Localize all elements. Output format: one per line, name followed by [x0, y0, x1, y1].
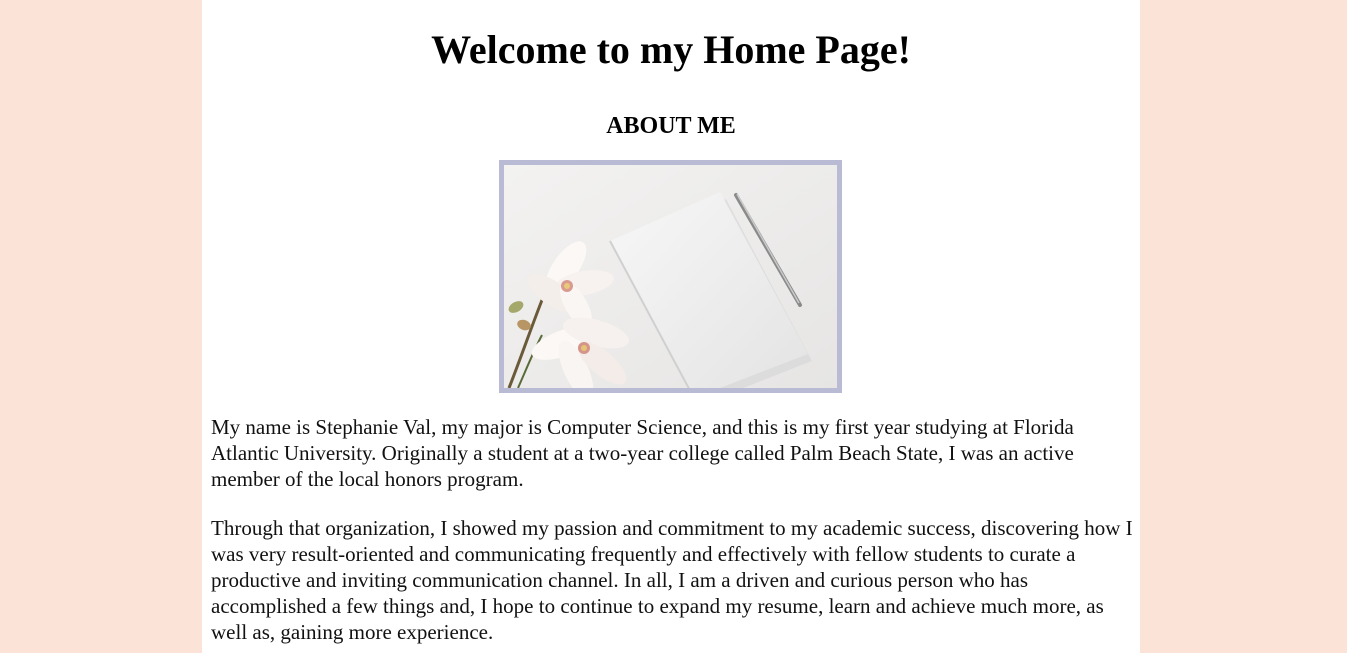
about-me-photo — [499, 160, 842, 393]
about-me-paragraph: Through that organization, I showed my p… — [211, 516, 1133, 644]
page-title: Welcome to my Home Page! — [431, 27, 911, 72]
notebook-flowers-photo-icon — [504, 165, 837, 388]
content-area: Welcome to my Home Page! ABOUT ME My nam… — [202, 0, 1140, 653]
about-me-heading: ABOUT ME — [606, 113, 736, 139]
about-me-paragraph: My name is Stephanie Val, my major is Co… — [211, 415, 1074, 491]
